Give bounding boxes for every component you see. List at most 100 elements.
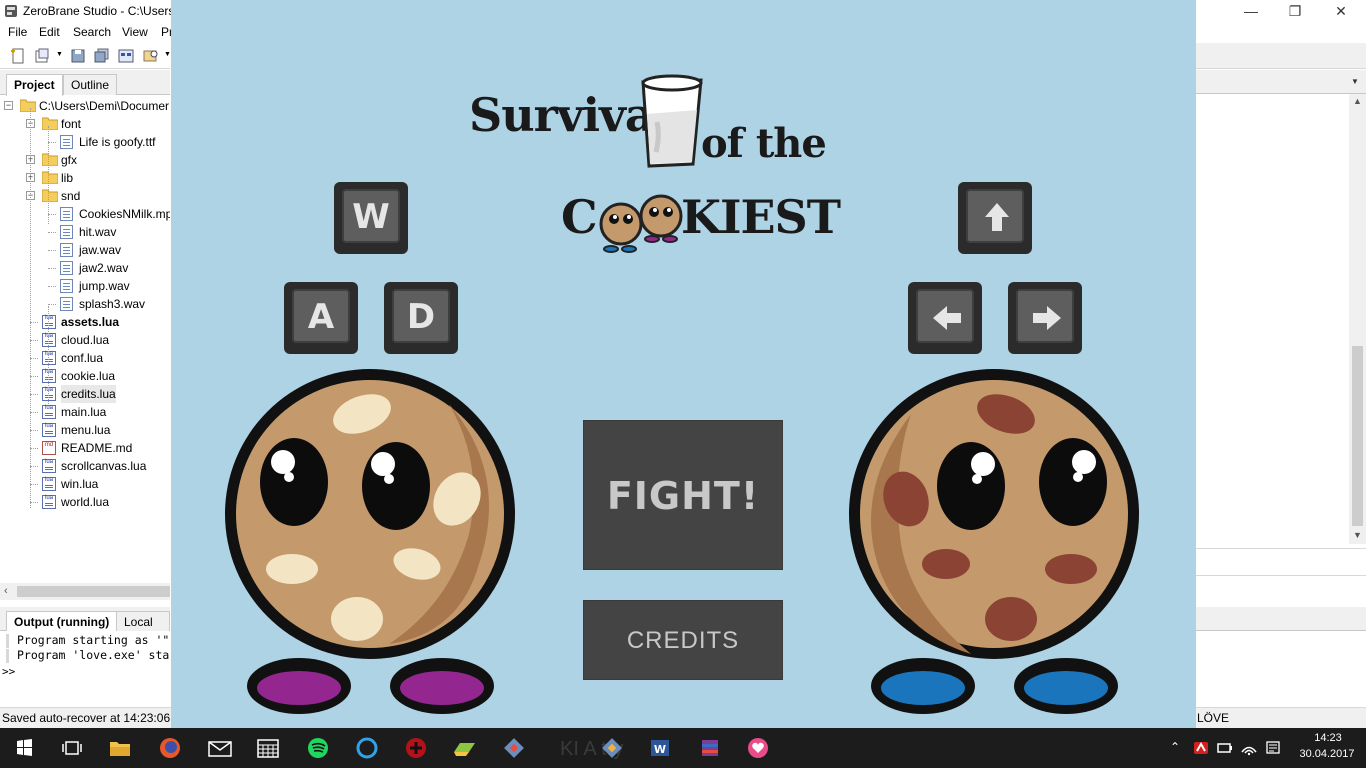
tree-item[interactable]: jaw2.wav [0, 259, 170, 277]
tree-connector [30, 340, 38, 341]
open-file-icon[interactable] [34, 48, 50, 64]
tree-connector [30, 466, 38, 467]
tree-connector [30, 412, 38, 413]
tree-item[interactable]: lua credits.lua [0, 385, 170, 403]
save-all-icon[interactable] [94, 48, 110, 64]
editor-area[interactable] [1196, 94, 1366, 544]
vertical-scrollbar[interactable]: ▲ ▼ [1349, 94, 1366, 544]
save-icon[interactable] [70, 48, 86, 64]
tree-item[interactable]: Life is goofy.ttf [0, 133, 170, 151]
credits-button[interactable]: CREDITS [583, 600, 783, 680]
horizontal-scrollbar[interactable]: ‹ [0, 583, 170, 600]
cortana-icon[interactable] [347, 732, 387, 764]
tray-overflow-chevron-icon[interactable]: ⌃ [1170, 740, 1188, 756]
tree-item[interactable]: lua cookie.lua [0, 367, 170, 385]
mail-icon[interactable] [200, 732, 240, 764]
file-icon [60, 135, 73, 149]
firefox-icon[interactable] [150, 732, 190, 764]
tree-item[interactable]: hit.wav [0, 223, 170, 241]
tree-item[interactable]: − font [0, 115, 170, 133]
chevron-down-icon[interactable]: ▼ [56, 51, 63, 58]
tree-guide-line [30, 108, 31, 508]
tree-item[interactable]: md README.md [0, 439, 170, 457]
menu-file[interactable]: File [8, 25, 27, 39]
tree-item-label: hit.wav [79, 225, 117, 239]
scroll-left-arrow-icon[interactable]: ‹ [4, 585, 8, 597]
tab-output[interactable]: Output (running) [6, 611, 118, 633]
find-icon[interactable] [143, 48, 159, 64]
tree-item[interactable]: lua assets.lua [0, 313, 170, 331]
tab-list-dropdown-icon[interactable]: ▼ [1351, 77, 1359, 86]
winrar-icon[interactable] [690, 732, 730, 764]
file-icon [60, 207, 73, 221]
clock-date[interactable]: 30.04.2017 [1294, 748, 1360, 760]
tree-item[interactable]: + gfx [0, 151, 170, 169]
fight-button[interactable]: FIGHT! [583, 420, 783, 570]
tray-wifi-icon[interactable] [1240, 740, 1258, 756]
project-tree: − C:\Users\Demi\Documer − font Life is goofy… [0, 96, 170, 583]
tree-item-label: win.lua [61, 477, 99, 491]
love-icon[interactable] [738, 732, 778, 764]
tree-item[interactable]: lua cloud.lua [0, 331, 170, 349]
tab-project[interactable]: Project [6, 74, 63, 96]
chevron-down-icon[interactable]: ▼ [164, 51, 171, 58]
file-explorer-icon[interactable] [100, 732, 140, 764]
new-file-icon[interactable] [10, 48, 26, 64]
tree-item[interactable]: − C:\Users\Demi\Documer [0, 97, 170, 115]
tree-item[interactable]: lua conf.lua [0, 349, 170, 367]
tree-item[interactable]: jump.wav [0, 277, 170, 295]
tree-item[interactable]: lua win.lua [0, 475, 170, 493]
file-icon [60, 279, 73, 293]
tree-connector [30, 448, 38, 449]
menu-search[interactable]: Search [73, 25, 111, 39]
tree-item[interactable]: jaw.wav [0, 241, 170, 259]
tray-battery-icon[interactable] [1216, 740, 1234, 756]
tree-item[interactable]: + lib [0, 169, 170, 187]
tree-item[interactable]: splash3.wav [0, 295, 170, 313]
lua-file-icon: lua [42, 495, 56, 509]
tray-notifications-icon[interactable] [1264, 740, 1282, 756]
tree-item-label: scrollcanvas.lua [61, 459, 147, 473]
tab-local-console[interactable]: Local cor [116, 611, 170, 643]
windows-start-icon[interactable] [4, 732, 44, 764]
collapse-icon[interactable]: − [4, 101, 13, 110]
tree-item[interactable]: lua menu.lua [0, 421, 170, 439]
tree-item[interactable]: − snd [0, 187, 170, 205]
git-icon[interactable] [494, 732, 534, 764]
maximize-button[interactable]: ❐ [1272, 2, 1318, 20]
output-console[interactable]: Program starting as '" Program 'love.exe… [0, 631, 170, 707]
photos-icon[interactable] [444, 732, 484, 764]
git-icon-2[interactable] [592, 732, 632, 764]
tree-item[interactable]: lua scrollcanvas.lua [0, 457, 170, 475]
clock-time[interactable]: 14:23 [1300, 732, 1356, 744]
menu-view[interactable]: View [122, 25, 148, 39]
tree-connector [30, 322, 38, 323]
lua-file-icon: lua [42, 351, 56, 365]
menu-edit[interactable]: Edit [39, 25, 60, 39]
close-button[interactable]: ✕ [1318, 2, 1364, 20]
tree-connector [30, 358, 38, 359]
folder-icon [42, 171, 58, 184]
scroll-down-arrow-icon[interactable]: ▼ [1353, 530, 1362, 540]
tree-item[interactable]: lua world.lua [0, 493, 170, 511]
output-console-right [1196, 631, 1366, 707]
task-view-icon[interactable] [52, 732, 92, 764]
calendar-icon[interactable] [248, 732, 288, 764]
project-directory-icon[interactable] [118, 48, 134, 64]
output-line: Program starting as '" [17, 633, 170, 647]
scroll-up-arrow-icon[interactable]: ▲ [1353, 96, 1362, 106]
scrollbar-thumb[interactable] [17, 586, 170, 597]
tree-guide-line [48, 306, 49, 404]
tree-item[interactable]: CookiesNMilk.mp [0, 205, 170, 223]
scrollbar-thumb[interactable] [1352, 346, 1363, 526]
game-icon[interactable] [396, 732, 436, 764]
tray-security-icon[interactable] [1192, 740, 1210, 756]
tab-outline[interactable]: Outline [63, 74, 118, 95]
love-game-window[interactable]: Survival of the C KIEST W A D FIGHT! CRE… [171, 0, 1196, 728]
status-text: Saved auto-recover at 14:23:06. [2, 711, 174, 725]
minimize-button[interactable]: — [1228, 2, 1274, 20]
word-icon[interactable]: W [640, 732, 680, 764]
spotify-icon[interactable] [298, 732, 338, 764]
tree-item-label: cookie.lua [61, 369, 116, 383]
tree-item[interactable]: lua main.lua [0, 403, 170, 421]
